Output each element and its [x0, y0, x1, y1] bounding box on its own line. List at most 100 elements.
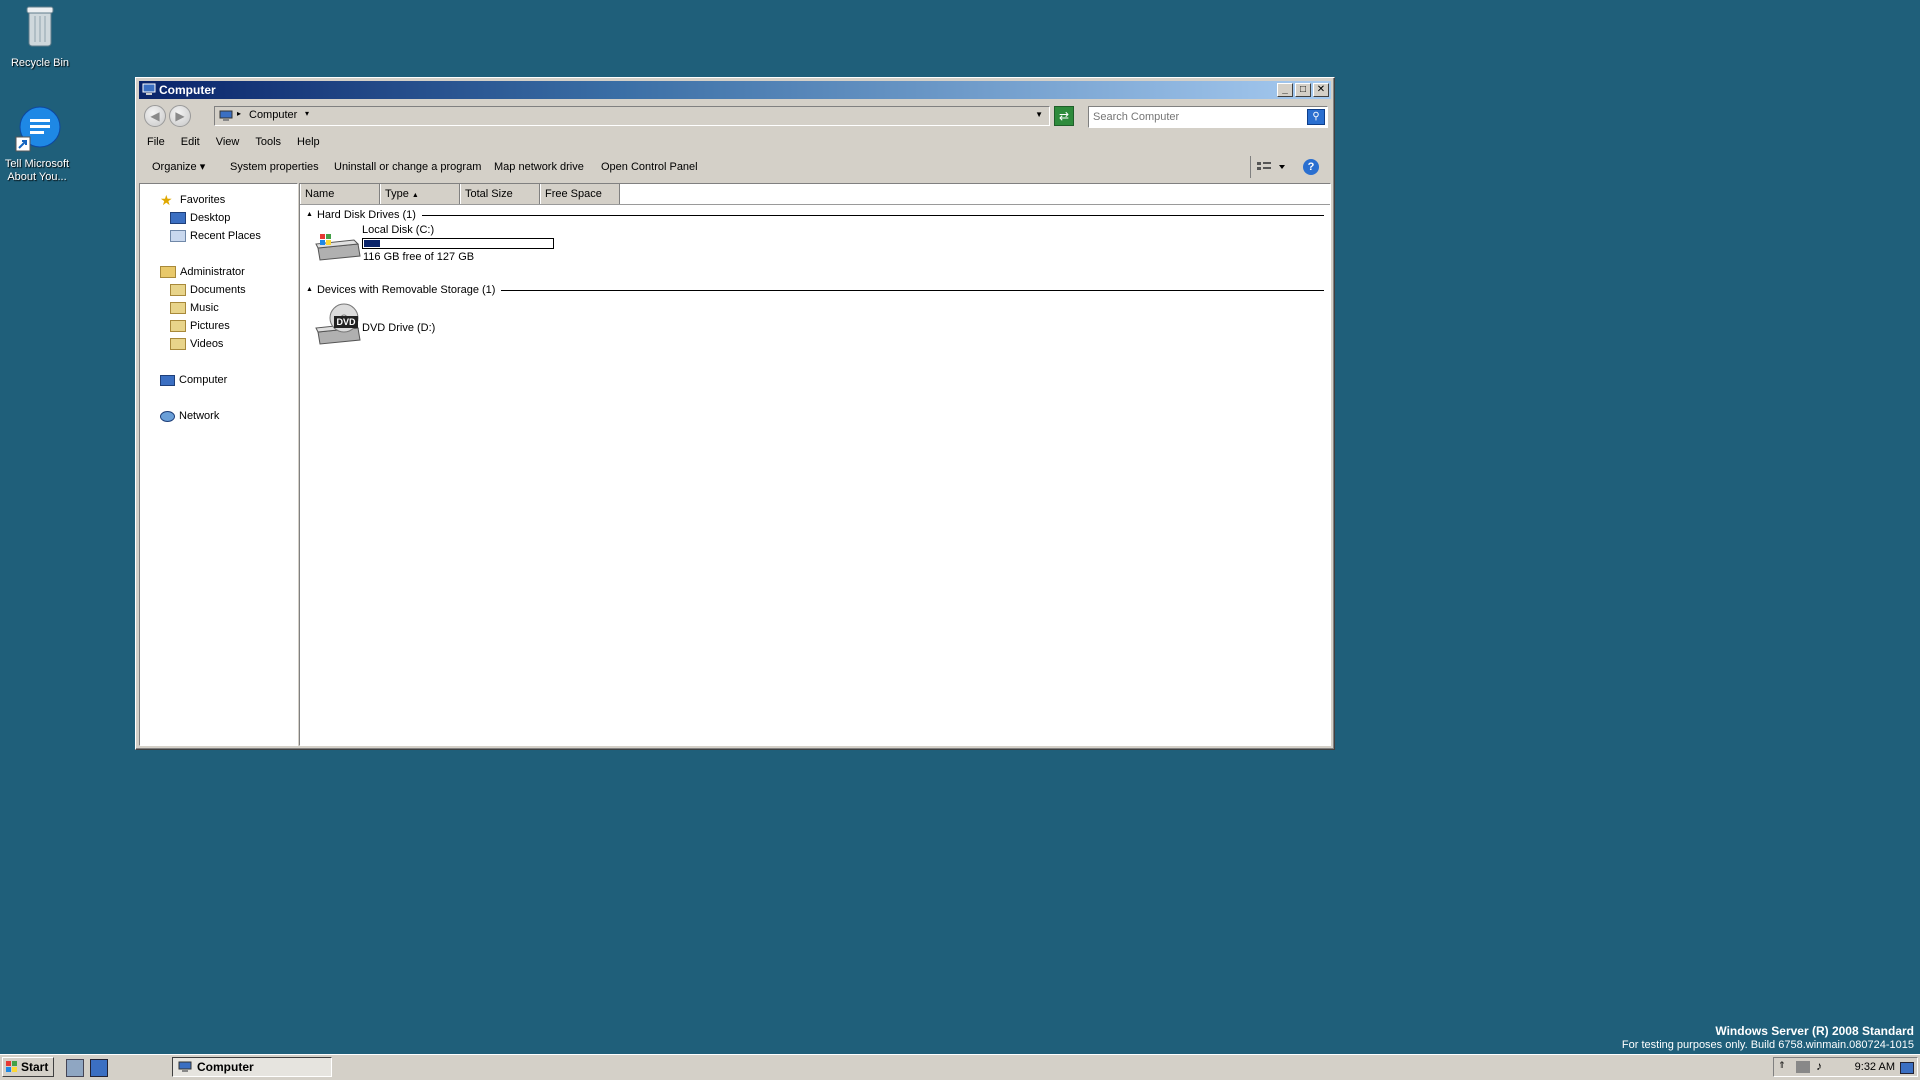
column-type[interactable]: Type ▲: [380, 184, 460, 204]
desktop-icon: [170, 212, 186, 225]
search-input[interactable]: [1093, 109, 1293, 125]
watermark-build: For testing purposes only. Build 6758.wi…: [1621, 1039, 1914, 1051]
feedback-icon: [15, 106, 61, 152]
menu-file[interactable]: File: [139, 133, 173, 151]
show-desktop-icon[interactable]: [90, 1059, 108, 1077]
drive-dvd-d[interactable]: DVD DVD Drive (D:): [314, 302, 514, 348]
nav-music[interactable]: Music: [170, 300, 219, 316]
nav-videos[interactable]: Videos: [170, 336, 223, 352]
nav-desktop[interactable]: Desktop: [170, 210, 230, 226]
nav-desktop-label: Desktop: [190, 212, 231, 224]
content-pane: Name Type ▲ Total Size Free Space ▲ Hard…: [299, 183, 1331, 746]
column-type-label: Type: [385, 188, 409, 200]
organize-button[interactable]: Organize ▾: [152, 154, 205, 180]
drive-local-disk-c[interactable]: Local Disk (C:) 116 GB free of 127 GB: [314, 224, 574, 266]
nav-pictures[interactable]: Pictures: [170, 318, 230, 334]
network-status-icon[interactable]: [1796, 1061, 1810, 1073]
task-label: Computer: [197, 1060, 254, 1074]
pictures-folder-icon: [170, 320, 186, 333]
column-free-space[interactable]: Free Space: [540, 184, 620, 204]
music-folder-icon: [170, 302, 186, 315]
tray-expand-icon[interactable]: ⇑: [1778, 1060, 1786, 1071]
drive-name: DVD Drive (D:): [362, 322, 436, 334]
maximize-button[interactable]: □: [1295, 83, 1311, 97]
quick-launch: [66, 1059, 108, 1077]
nav-documents-label: Documents: [190, 284, 246, 296]
address-bar[interactable]: ▸ Computer ▾ ▼: [214, 106, 1050, 126]
column-total-size[interactable]: Total Size: [460, 184, 540, 204]
help-button[interactable]: ?: [1303, 159, 1319, 175]
minimize-button[interactable]: _: [1277, 83, 1293, 97]
recent-places-icon: [170, 230, 186, 243]
desktop-icon-tell-microsoft[interactable]: Tell Microsoft About You...: [0, 105, 77, 184]
group-header-hard-disk-drives[interactable]: ▲ Hard Disk Drives (1): [306, 208, 1324, 222]
drive-usage-fill: [364, 240, 380, 247]
nav-favorites[interactable]: ★ Favorites: [160, 192, 225, 208]
nav-videos-label: Videos: [190, 338, 224, 350]
search-box: ⚲: [1088, 106, 1328, 128]
volume-icon[interactable]: ♪: [1816, 1059, 1822, 1073]
menu-bar: File Edit View Tools Help: [139, 133, 1331, 151]
command-bar: Organize ▾ System properties Uninstall o…: [139, 154, 1331, 180]
column-headers: Name Type ▲ Total Size Free Space: [300, 184, 1330, 205]
breadcrumb-computer[interactable]: Computer: [249, 109, 297, 121]
refresh-button[interactable]: ⇄: [1054, 106, 1074, 126]
recycle-bin-label: Recycle Bin: [10, 57, 70, 69]
server-manager-icon[interactable]: [66, 1059, 84, 1077]
notification-icon[interactable]: [1900, 1062, 1914, 1074]
title-bar[interactable]: Computer _ □ ✕: [139, 81, 1331, 99]
collapse-icon: ▲: [306, 211, 313, 218]
open-control-panel-button[interactable]: Open Control Panel: [601, 154, 698, 180]
nav-favorites-label: Favorites: [180, 194, 226, 206]
menu-help[interactable]: Help: [289, 133, 328, 151]
nav-network[interactable]: Network: [160, 408, 219, 424]
videos-folder-icon: [170, 338, 186, 351]
system-tray: ⇑ ♪ 9:32 AM: [1773, 1057, 1918, 1077]
search-button[interactable]: ⚲: [1307, 109, 1325, 125]
column-name[interactable]: Name: [300, 184, 380, 204]
start-button[interactable]: Start: [2, 1057, 54, 1077]
menu-tools[interactable]: Tools: [247, 133, 289, 151]
close-button[interactable]: ✕: [1313, 83, 1329, 97]
clock[interactable]: 9:32 AM: [1855, 1058, 1895, 1076]
watermark-edition: Windows Server (R) 2008 Standard: [1715, 1024, 1914, 1038]
system-properties-button[interactable]: System properties: [230, 154, 319, 180]
menu-edit[interactable]: Edit: [173, 133, 208, 151]
star-icon: ★: [160, 192, 173, 209]
drive-usage-bar: [362, 238, 554, 249]
drive-name: Local Disk (C:): [362, 224, 435, 236]
taskbar-button-computer[interactable]: Computer: [172, 1057, 332, 1077]
nav-computer[interactable]: Computer: [160, 372, 227, 388]
group-divider: [501, 289, 1324, 291]
views-button[interactable]: [1250, 156, 1291, 178]
views-icon: [1257, 162, 1285, 170]
back-button[interactable]: ◀: [144, 105, 166, 127]
taskbar: Start Computer ⇑ ♪ 9:32 AM: [0, 1054, 1920, 1080]
dvd-icon-text: DVD: [336, 317, 356, 327]
documents-folder-icon: [170, 284, 186, 297]
nav-recent-places[interactable]: Recent Places: [170, 228, 261, 244]
explorer-window: Computer _ □ ✕ ◀ ▶ ▸ Computer ▾ ▼ ⇄ ⚲ Fi…: [135, 77, 1335, 750]
organize-label: Organize: [152, 161, 197, 173]
window-controls: _ □ ✕: [1277, 83, 1329, 97]
nav-computer-label: Computer: [179, 374, 228, 386]
address-history-dropdown-icon[interactable]: ▼: [1035, 110, 1043, 119]
desktop-icon-recycle-bin[interactable]: Recycle Bin: [0, 2, 80, 70]
nav-administrator-label: Administrator: [180, 266, 245, 278]
menu-view[interactable]: View: [208, 133, 248, 151]
collapse-icon: ▲: [306, 286, 313, 293]
map-network-drive-button[interactable]: Map network drive: [494, 154, 584, 180]
nav-music-label: Music: [190, 302, 219, 314]
forward-button[interactable]: ▶: [169, 105, 191, 127]
breadcrumb-separator-icon[interactable]: ▸: [237, 109, 241, 118]
recycle-bin-icon: [26, 6, 54, 47]
breadcrumb-dropdown-icon[interactable]: ▾: [305, 109, 309, 118]
windows-flag-icon: [6, 1061, 17, 1072]
back-arrow-icon: ◀: [150, 109, 160, 123]
nav-documents[interactable]: Documents: [170, 282, 246, 298]
uninstall-program-button[interactable]: Uninstall or change a program: [334, 154, 481, 180]
network-icon: [160, 410, 175, 422]
nav-administrator[interactable]: Administrator: [160, 264, 245, 280]
computer-icon: [219, 110, 233, 121]
group-header-removable-storage[interactable]: ▲ Devices with Removable Storage (1): [306, 283, 1324, 297]
